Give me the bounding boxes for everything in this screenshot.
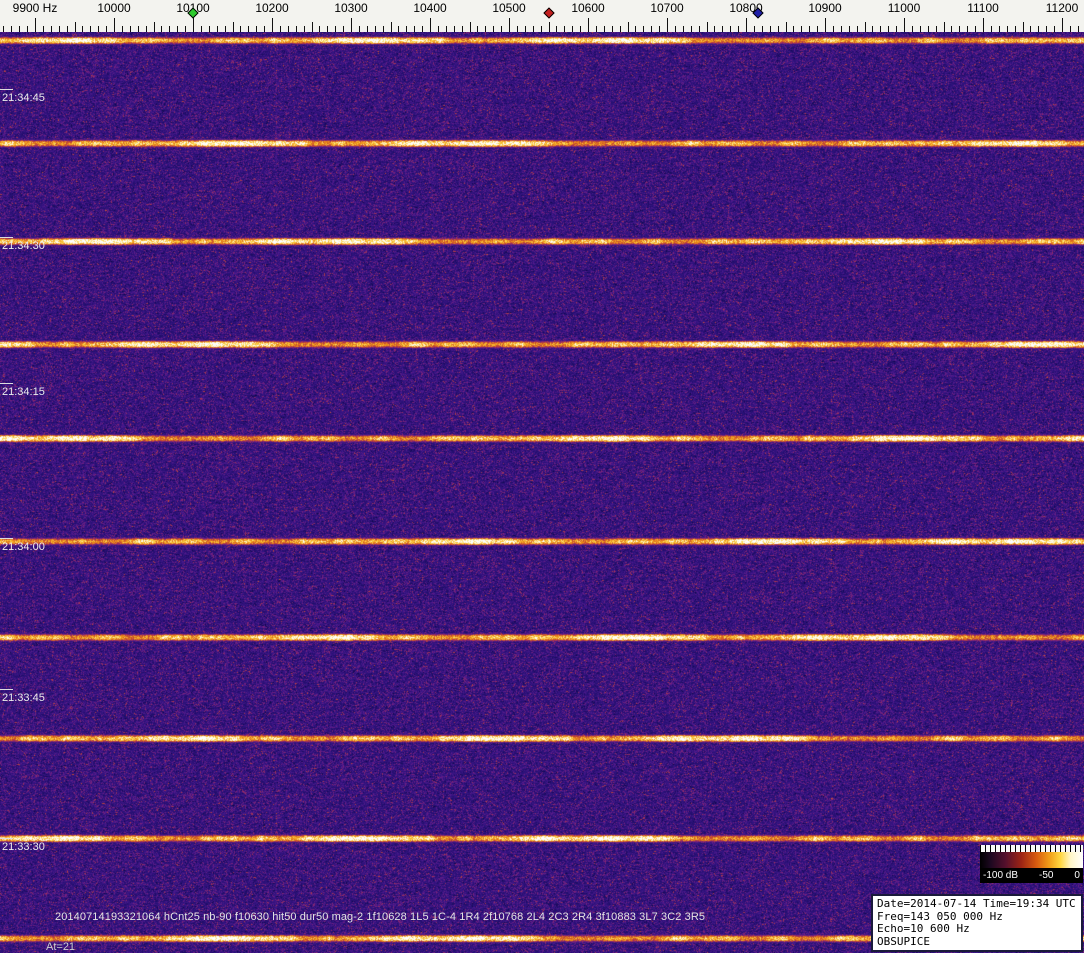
freq-axis-label: 11200 <box>1045 1 1079 15</box>
freq-tick <box>627 22 629 32</box>
freq-tick <box>272 18 273 32</box>
time-label: 21:34:00 <box>2 541 45 553</box>
legend-max-label: 0 <box>1074 870 1080 881</box>
freq-tick <box>667 18 668 32</box>
freq-tick <box>943 22 945 32</box>
time-label: 21:34:15 <box>2 386 45 398</box>
legend-labels: -100 dB -50 0 <box>980 868 1083 883</box>
legend-tick-ruler <box>980 845 1083 852</box>
freq-tick <box>390 22 392 32</box>
time-tick <box>0 538 13 539</box>
freq-axis-label: 10400 <box>413 1 447 15</box>
waterfall-display[interactable] <box>0 32 1084 953</box>
freq-tick <box>904 18 905 32</box>
time-tick <box>0 237 13 238</box>
amplitude-legend: -100 dB -50 0 <box>980 845 1083 883</box>
freq-tick <box>785 22 787 32</box>
legend-min-label: -100 dB <box>983 870 1019 881</box>
freq-tick <box>430 18 431 32</box>
red-diamond-marker[interactable] <box>542 7 555 19</box>
freq-tick <box>74 22 76 32</box>
observation-info-box: Date=2014-07-14 Time=19:34 UTC Freq=143 … <box>871 894 1083 952</box>
freq-axis-label: 10500 <box>492 1 526 15</box>
attenuation-label: At=21 <box>46 941 76 953</box>
time-tick <box>0 383 13 384</box>
freq-tick <box>311 22 313 32</box>
freq-axis-label: 11000 <box>887 1 921 15</box>
freq-tick <box>588 18 589 32</box>
freq-axis-label: 10200 <box>255 1 289 15</box>
freq-tick <box>153 22 155 32</box>
freq-tick <box>1022 22 1024 32</box>
freq-tick <box>469 22 471 32</box>
freq-tick <box>232 22 234 32</box>
info-date-line: Date=2014-07-14 Time=19:34 UTC <box>877 897 1076 910</box>
freq-tick <box>1062 18 1063 32</box>
freq-axis-label: 11100 <box>967 1 999 15</box>
time-label: 21:33:45 <box>2 692 45 704</box>
time-label: 21:33:30 <box>2 841 45 853</box>
freq-tick <box>548 22 550 32</box>
time-label: 21:34:45 <box>2 92 45 104</box>
freq-axis-label: 9900 Hz <box>12 1 58 15</box>
freq-tick <box>351 18 352 32</box>
freq-axis-label: 10700 <box>650 1 684 15</box>
freq-tick <box>193 18 194 32</box>
spectrogram-app: 9900 Hz100001010010200103001040010500106… <box>0 0 1084 953</box>
freq-tick <box>509 18 510 32</box>
freq-tick <box>825 18 826 32</box>
freq-tick <box>746 18 747 32</box>
freq-tick <box>706 22 708 32</box>
freq-axis-label: 10600 <box>571 1 605 15</box>
freq-axis-label: 10900 <box>808 1 842 15</box>
info-station-line: OBSUPICE <box>877 934 930 948</box>
info-echo-line: Echo=10 600 Hz <box>877 922 970 935</box>
freq-axis-label: 10300 <box>334 1 368 15</box>
time-tick <box>0 689 13 690</box>
time-tick <box>0 838 13 839</box>
legend-mid-label: -50 <box>1039 870 1054 881</box>
freq-tick <box>35 18 36 32</box>
detection-status-line: 20140714193321064 hCnt25 nb-90 f10630 hi… <box>55 911 706 923</box>
freq-axis-label: 10000 <box>97 1 131 15</box>
freq-tick <box>983 18 984 32</box>
frequency-ruler[interactable]: 9900 Hz100001010010200103001040010500106… <box>0 0 1084 32</box>
time-tick <box>0 89 13 90</box>
time-label: 21:34:30 <box>2 240 45 252</box>
freq-tick <box>864 22 866 32</box>
freq-tick <box>114 18 115 32</box>
legend-color-gradient <box>980 852 1083 868</box>
